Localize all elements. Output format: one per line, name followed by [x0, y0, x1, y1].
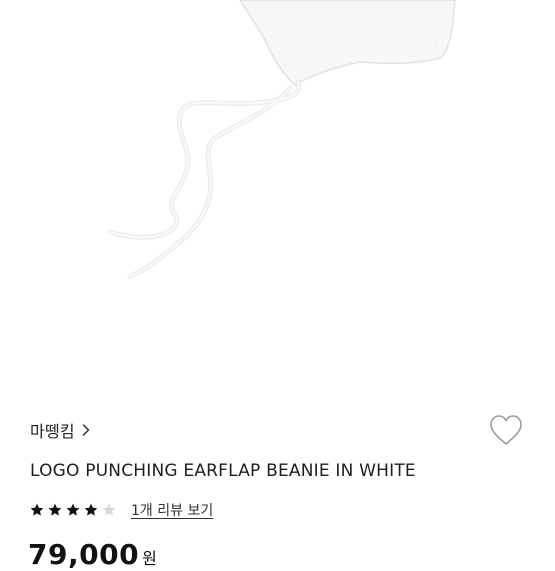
rating-row: 1개 리뷰 보기 — [29, 500, 213, 520]
star-filled-icon — [48, 503, 62, 516]
brand-link[interactable]: 마뗑킴 — [30, 418, 91, 442]
star-filled-icon — [84, 503, 98, 516]
wishlist-button[interactable] — [488, 413, 524, 447]
beanie-illustration — [107, 0, 456, 279]
product-image[interactable] — [0, 0, 555, 400]
review-link[interactable]: 1개 리뷰 보기 — [131, 500, 213, 520]
star-rating — [29, 502, 117, 518]
price-unit: 원 — [142, 549, 157, 568]
star-filled-icon — [30, 503, 44, 516]
heart-outline-icon — [490, 415, 522, 445]
brand-name: 마뗑킴 — [30, 422, 75, 441]
product-title: LOGO PUNCHING EARFLAP BEANIE IN WHITE — [30, 461, 416, 481]
chevron-right-icon — [82, 424, 90, 436]
star-empty-icon — [102, 503, 116, 516]
star-filled-icon — [66, 503, 80, 516]
